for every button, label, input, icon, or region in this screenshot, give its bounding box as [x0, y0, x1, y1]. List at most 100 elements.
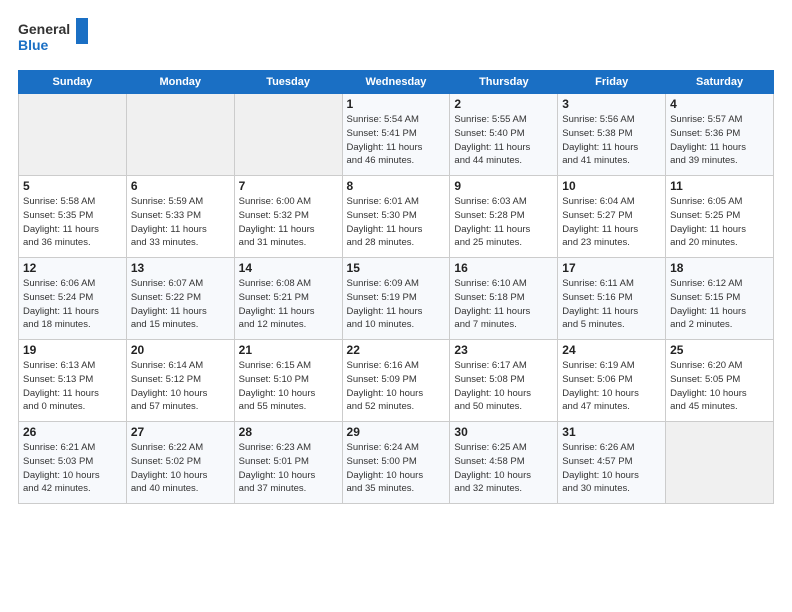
day-number: 20: [131, 343, 230, 357]
logo: General Blue: [18, 18, 88, 60]
calendar-week-row: 19 Sunrise: 6:13 AM Sunset: 5:13 PM Dayli…: [19, 340, 774, 422]
day-number: 14: [239, 261, 338, 275]
calendar-day-cell: 6 Sunrise: 5:59 AM Sunset: 5:33 PM Daylig…: [126, 176, 234, 258]
calendar-week-row: 26Sunrise: 6:21 AM Sunset: 5:03 PM Dayli…: [19, 422, 774, 504]
calendar-week-row: 1 Sunrise: 5:54 AM Sunset: 5:41 PM Daylig…: [19, 94, 774, 176]
calendar-day-cell: 30 Sunrise: 6:25 AM Sunset: 4:58 PM Dayli…: [450, 422, 558, 504]
day-info: Sunrise: 5:54 AM Sunset: 5:41 PM Dayligh…: [347, 113, 446, 168]
calendar-day-cell: 19 Sunrise: 6:13 AM Sunset: 5:13 PM Dayli…: [19, 340, 127, 422]
day-number: 1: [347, 97, 446, 111]
day-number: 29: [347, 425, 446, 439]
calendar-day-cell: [19, 94, 127, 176]
calendar-day-cell: 31 Sunrise: 6:26 AM Sunset: 4:57 PM Dayli…: [558, 422, 666, 504]
calendar-day-cell: 18 Sunrise: 6:12 AM Sunset: 5:15 PM Dayli…: [666, 258, 774, 340]
day-number: 13: [131, 261, 230, 275]
calendar-week-row: 5 Sunrise: 5:58 AM Sunset: 5:35 PM Daylig…: [19, 176, 774, 258]
day-of-week-header: Friday: [558, 71, 666, 94]
day-info: Sunrise: 6:24 AM Sunset: 5:00 PM Dayligh…: [347, 441, 446, 496]
day-info: Sunrise: 6:00 AM Sunset: 5:32 PM Dayligh…: [239, 195, 338, 250]
day-number: 28: [239, 425, 338, 439]
day-number: 7: [239, 179, 338, 193]
day-info: Sunrise: 6:06 AM Sunset: 5:24 PM Dayligh…: [23, 277, 122, 332]
day-number: 27: [131, 425, 230, 439]
day-number: 10: [562, 179, 661, 193]
calendar-day-cell: 13 Sunrise: 6:07 AM Sunset: 5:22 PM Dayli…: [126, 258, 234, 340]
day-info: Sunrise: 5:59 AM Sunset: 5:33 PM Dayligh…: [131, 195, 230, 250]
day-info: Sunrise: 6:23 AM Sunset: 5:01 PM Dayligh…: [239, 441, 338, 496]
day-info: Sunrise: 5:55 AM Sunset: 5:40 PM Dayligh…: [454, 113, 553, 168]
day-number: 3: [562, 97, 661, 111]
day-info: Sunrise: 6:16 AM Sunset: 5:09 PM Dayligh…: [347, 359, 446, 414]
calendar-day-cell: 2 Sunrise: 5:55 AM Sunset: 5:40 PM Daylig…: [450, 94, 558, 176]
day-info: Sunrise: 6:11 AM Sunset: 5:16 PM Dayligh…: [562, 277, 661, 332]
calendar-day-cell: [126, 94, 234, 176]
day-number: 16: [454, 261, 553, 275]
day-info: Sunrise: 6:03 AM Sunset: 5:28 PM Dayligh…: [454, 195, 553, 250]
calendar-day-cell: 12 Sunrise: 6:06 AM Sunset: 5:24 PM Dayli…: [19, 258, 127, 340]
calendar-week-row: 12 Sunrise: 6:06 AM Sunset: 5:24 PM Dayli…: [19, 258, 774, 340]
day-number: 12: [23, 261, 122, 275]
day-info: Sunrise: 6:25 AM Sunset: 4:58 PM Dayligh…: [454, 441, 553, 496]
day-info: Sunrise: 6:22 AM Sunset: 5:02 PM Dayligh…: [131, 441, 230, 496]
day-info: Sunrise: 6:17 AM Sunset: 5:08 PM Dayligh…: [454, 359, 553, 414]
day-number: 19: [23, 343, 122, 357]
day-number: 25: [670, 343, 769, 357]
day-info: Sunrise: 5:56 AM Sunset: 5:38 PM Dayligh…: [562, 113, 661, 168]
day-info: Sunrise: 6:21 AM Sunset: 5:03 PM Dayligh…: [23, 441, 122, 496]
calendar-day-cell: 17 Sunrise: 6:11 AM Sunset: 5:16 PM Dayli…: [558, 258, 666, 340]
calendar-header-row: SundayMondayTuesdayWednesdayThursdayFrid…: [19, 71, 774, 94]
calendar-day-cell: 26Sunrise: 6:21 AM Sunset: 5:03 PM Dayli…: [19, 422, 127, 504]
calendar-day-cell: 1 Sunrise: 5:54 AM Sunset: 5:41 PM Daylig…: [342, 94, 450, 176]
day-number: 6: [131, 179, 230, 193]
day-of-week-header: Monday: [126, 71, 234, 94]
calendar-day-cell: 15Sunrise: 6:09 AM Sunset: 5:19 PM Dayli…: [342, 258, 450, 340]
calendar-day-cell: 9 Sunrise: 6:03 AM Sunset: 5:28 PM Daylig…: [450, 176, 558, 258]
day-info: Sunrise: 6:14 AM Sunset: 5:12 PM Dayligh…: [131, 359, 230, 414]
calendar-day-cell: 27 Sunrise: 6:22 AM Sunset: 5:02 PM Dayli…: [126, 422, 234, 504]
day-info: Sunrise: 6:07 AM Sunset: 5:22 PM Dayligh…: [131, 277, 230, 332]
day-info: Sunrise: 6:26 AM Sunset: 4:57 PM Dayligh…: [562, 441, 661, 496]
calendar-table: SundayMondayTuesdayWednesdayThursdayFrid…: [18, 70, 774, 504]
day-info: Sunrise: 6:12 AM Sunset: 5:15 PM Dayligh…: [670, 277, 769, 332]
logo-svg: General Blue: [18, 18, 88, 60]
day-number: 8: [347, 179, 446, 193]
calendar-day-cell: 25 Sunrise: 6:20 AM Sunset: 5:05 PM Dayli…: [666, 340, 774, 422]
calendar-day-cell: 29 Sunrise: 6:24 AM Sunset: 5:00 PM Dayli…: [342, 422, 450, 504]
day-number: 30: [454, 425, 553, 439]
day-info: Sunrise: 6:19 AM Sunset: 5:06 PM Dayligh…: [562, 359, 661, 414]
calendar-day-cell: 10Sunrise: 6:04 AM Sunset: 5:27 PM Dayli…: [558, 176, 666, 258]
svg-text:Blue: Blue: [18, 37, 49, 53]
calendar-day-cell: [234, 94, 342, 176]
calendar-day-cell: [666, 422, 774, 504]
calendar-day-cell: 7 Sunrise: 6:00 AM Sunset: 5:32 PM Daylig…: [234, 176, 342, 258]
day-number: 5: [23, 179, 122, 193]
calendar-day-cell: 20 Sunrise: 6:14 AM Sunset: 5:12 PM Dayli…: [126, 340, 234, 422]
day-info: Sunrise: 6:05 AM Sunset: 5:25 PM Dayligh…: [670, 195, 769, 250]
day-number: 22: [347, 343, 446, 357]
day-info: Sunrise: 6:15 AM Sunset: 5:10 PM Dayligh…: [239, 359, 338, 414]
day-number: 11: [670, 179, 769, 193]
calendar-day-cell: 3 Sunrise: 5:56 AM Sunset: 5:38 PM Daylig…: [558, 94, 666, 176]
day-number: 31: [562, 425, 661, 439]
day-number: 9: [454, 179, 553, 193]
day-info: Sunrise: 6:13 AM Sunset: 5:13 PM Dayligh…: [23, 359, 122, 414]
day-number: 24: [562, 343, 661, 357]
day-number: 17: [562, 261, 661, 275]
calendar-day-cell: 24 Sunrise: 6:19 AM Sunset: 5:06 PM Dayli…: [558, 340, 666, 422]
calendar-day-cell: 4Sunrise: 5:57 AM Sunset: 5:36 PM Daylig…: [666, 94, 774, 176]
day-info: Sunrise: 6:20 AM Sunset: 5:05 PM Dayligh…: [670, 359, 769, 414]
calendar-day-cell: 11 Sunrise: 6:05 AM Sunset: 5:25 PM Dayli…: [666, 176, 774, 258]
day-number: 21: [239, 343, 338, 357]
day-number: 4: [670, 97, 769, 111]
day-of-week-header: Saturday: [666, 71, 774, 94]
day-info: Sunrise: 6:08 AM Sunset: 5:21 PM Dayligh…: [239, 277, 338, 332]
day-info: Sunrise: 6:01 AM Sunset: 5:30 PM Dayligh…: [347, 195, 446, 250]
day-number: 2: [454, 97, 553, 111]
day-number: 18: [670, 261, 769, 275]
day-of-week-header: Tuesday: [234, 71, 342, 94]
day-info: Sunrise: 5:58 AM Sunset: 5:35 PM Dayligh…: [23, 195, 122, 250]
calendar-day-cell: 21 Sunrise: 6:15 AM Sunset: 5:10 PM Dayli…: [234, 340, 342, 422]
calendar-day-cell: 23Sunrise: 6:17 AM Sunset: 5:08 PM Dayli…: [450, 340, 558, 422]
page-header: General Blue: [18, 18, 774, 60]
day-of-week-header: Wednesday: [342, 71, 450, 94]
